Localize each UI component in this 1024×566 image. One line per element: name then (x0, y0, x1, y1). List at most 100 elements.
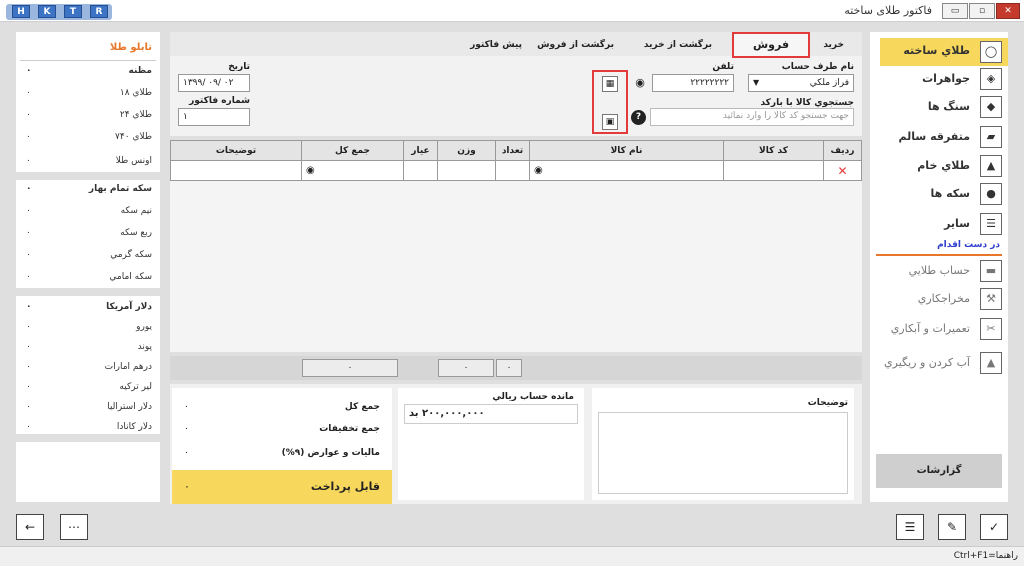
tools-icon: ✂ (980, 318, 1002, 340)
account-select[interactable]: فراز ملکي ▼ (748, 74, 854, 92)
price-value: ۰ (26, 132, 31, 142)
help-icon[interactable]: ? (631, 110, 646, 125)
confirm-icon[interactable]: ✓ (980, 514, 1008, 540)
gold-group: مظنه ۰ طلاي ۱۸ ۰ طلاي ۲۴ ۰ طلاي ۷۴۰ ۰ اونس ط… (16, 60, 160, 172)
maximize-button[interactable]: ▫ (969, 3, 995, 19)
tab-sale[interactable]: فروش (732, 32, 810, 58)
weight-cell[interactable] (437, 160, 496, 181)
price-value: ۰ (26, 184, 32, 194)
sidebar-item-jewelry[interactable]: جواهرات ◈ (880, 68, 1008, 92)
sidebar-item-label: سنگ ها (927, 100, 970, 113)
sidebar-item-melting[interactable]: آب کردن و ريگيري ▲ (880, 352, 1008, 376)
balance-value: ۲۰۰,۰۰۰,۰۰۰ بد (404, 404, 578, 424)
sidebar-item-misc[interactable]: متفرقه سالم ▰ (880, 126, 1008, 150)
price-label: سکه تمام بهار (88, 184, 152, 194)
column-header: نام کالا (529, 140, 724, 161)
sidebar-item-coins[interactable]: سکه ها ● (880, 183, 1008, 207)
notes-input[interactable] (598, 412, 848, 494)
back-arrow-icon[interactable]: ← (16, 514, 44, 540)
misc-icon: ▰ (980, 126, 1002, 148)
sidebar-item-label: آب کردن و ريگيري (884, 356, 970, 369)
delete-list-icon[interactable]: ☰ (896, 514, 924, 540)
list-item: طلاي ۷۴۰ ۰ (24, 126, 152, 148)
notes-label: توضيحات (807, 398, 848, 408)
close-button[interactable]: ✕ (996, 3, 1020, 19)
price-value: ۰ (26, 322, 31, 332)
add-item-icon[interactable]: ▣ (602, 114, 618, 130)
sidebar-item-gold-account[interactable]: حساب طلايي ▬ (880, 260, 1008, 284)
edit-icon[interactable]: ✎ (938, 514, 966, 540)
phone-input[interactable]: ۲۲۲۲۲۲۲۲ (652, 74, 734, 92)
sidebar-item-label: جواهرات (922, 72, 970, 85)
totals-summary-box: جمع کل ۰ جمع تخفيفات ۰ ماليات و عوارض (۹%)… (172, 388, 392, 504)
sidebar-item-label: سکه ها (930, 187, 970, 200)
sidebar-item-engraving[interactable]: مخراجکاري ⚒ (880, 288, 1008, 312)
sidebar-item-stones[interactable]: سنگ ها ◆ (880, 96, 1008, 120)
discount-row: جمع تخفيفات ۰ (184, 424, 380, 434)
total-cell[interactable]: ◉ (301, 160, 404, 181)
eye-icon[interactable]: ◉ (632, 76, 648, 90)
price-value: ۰ (26, 156, 31, 166)
list-item: يورو ۰ (24, 316, 152, 338)
sidebar-item-made-gold[interactable]: طلاي ساخته ◯ (880, 38, 1008, 66)
coins-icon: ● (980, 183, 1002, 205)
column-header: وزن (437, 140, 496, 161)
invoice-number-input[interactable]: ۱ (178, 108, 250, 126)
karat-cell[interactable] (403, 160, 438, 181)
tab-sale-return[interactable]: برگشت از فروش (537, 40, 614, 50)
reports-button[interactable]: گزارشات (876, 454, 1002, 488)
wallet-icon: ▬ (980, 260, 1002, 282)
account-label: نام طرف حساب (781, 62, 854, 72)
table-header-row: رديف کد کالا نام کالا تعداد وزن عيار جمع… (170, 140, 862, 161)
sidebar-item-label: ساير (944, 217, 970, 230)
lang-h-button[interactable]: H (12, 5, 30, 18)
tab-purchase[interactable]: خريد (823, 40, 844, 50)
footer-toolbar: ← ⋯ ☰ ✎ ✓ (0, 508, 1024, 546)
section-divider (876, 254, 1002, 256)
product-name-cell[interactable]: ◉ (529, 160, 724, 181)
lang-k-button[interactable]: K (38, 5, 56, 18)
sidebar-item-repairs[interactable]: تعميرات و آبکاري ✂ (880, 318, 1008, 342)
list-item: سکه تمام بهار ۰ (24, 178, 152, 200)
search-input[interactable]: جهت جستجو کد کالا را وارد نمائيد (650, 108, 854, 126)
column-header: جمع کل (301, 140, 404, 161)
coin-group: سکه تمام بهار ۰ نيم سکه ۰ ربع سکه ۰ سکه گرم… (16, 178, 160, 290)
date-input[interactable]: ۱۳۹۹/ ۰۹/ ۰۲ (178, 74, 250, 92)
sidebar-item-label: تعميرات و آبکاري (890, 322, 970, 335)
delete-row-icon[interactable]: ✕ (823, 160, 862, 181)
more-options-icon[interactable]: ⋯ (60, 514, 88, 540)
totals-bar: ۰ ۰ ۰ (170, 356, 862, 380)
list-item: دلار استراليا ۰ (24, 396, 152, 418)
list-item: نيم سکه ۰ (24, 200, 152, 222)
lang-t-button[interactable]: T (64, 5, 82, 18)
sidebar-item-label: متفرقه سالم (898, 130, 970, 143)
raw-gold-icon: ▲ (980, 155, 1002, 177)
sidebar-item-label: حساب طلايي (908, 264, 970, 277)
payable-value: ۰ (184, 480, 190, 493)
minimize-button[interactable]: ▭ (942, 3, 968, 19)
add-product-icon[interactable]: ▦ (602, 76, 618, 92)
eye-icon[interactable]: ◉ (534, 165, 543, 176)
pending-section-title: در دست اقدام (937, 240, 1000, 250)
tab-proforma[interactable]: پيش فاکتور (470, 40, 522, 50)
price-value: ۰ (26, 250, 31, 260)
discount-label: جمع تخفيفات (319, 424, 380, 434)
discount-value: ۰ (184, 424, 189, 434)
title-bar: فاکتور طلای ساخته ▭ ▫ ✕ H K T R (0, 0, 1024, 22)
product-code-cell[interactable] (723, 160, 824, 181)
sum-total: ۰ (302, 359, 398, 377)
price-label: مظنه (128, 66, 152, 76)
lang-r-button[interactable]: R (90, 5, 108, 18)
tab-purchase-return[interactable]: برگشت از خريد (644, 40, 712, 50)
sidebar-item-label: طلاي ساخته (903, 44, 970, 57)
description-cell[interactable] (170, 160, 302, 181)
payable-bar: قابل پرداخت ۰ (172, 470, 392, 504)
sidebar-item-other[interactable]: ساير ☰ (880, 213, 1008, 237)
column-header: تعداد (495, 140, 530, 161)
quantity-total: ۰ (496, 359, 522, 377)
price-value: ۰ (26, 302, 32, 312)
price-label: طلاي ۷۴۰ (115, 132, 152, 142)
eye-icon[interactable]: ◉ (306, 165, 315, 176)
sidebar-item-raw-gold[interactable]: طلاي خام ▲ (880, 155, 1008, 179)
quantity-cell[interactable] (495, 160, 530, 181)
